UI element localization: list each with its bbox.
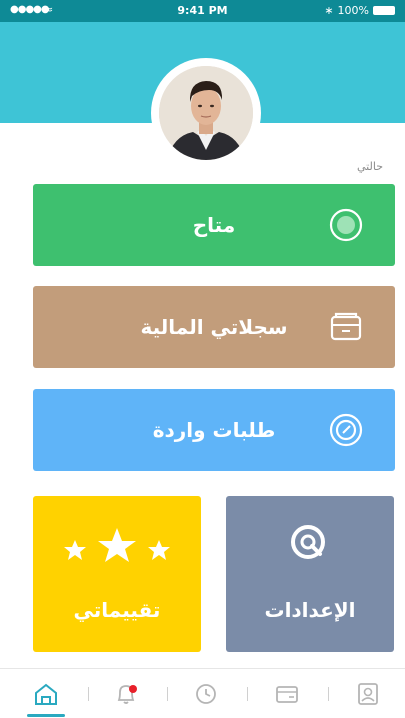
incoming-requests-label: طلبات واردة xyxy=(152,418,276,442)
home-icon[interactable] xyxy=(33,681,59,707)
wallet-icon[interactable] xyxy=(274,681,300,707)
tab-divider xyxy=(328,687,329,701)
radio-on-icon xyxy=(329,208,363,242)
tab-divider xyxy=(167,687,168,701)
stars-icon xyxy=(64,528,170,562)
tab-divider xyxy=(247,687,248,701)
active-tab-indicator xyxy=(27,714,65,717)
battery-icon xyxy=(373,6,395,15)
bluetooth-icon: ∗ xyxy=(324,4,334,17)
bottom-tab-bar xyxy=(0,668,405,718)
status-bar: ●●●●● ≈ 9:41 PM ∗ 100% xyxy=(0,0,405,22)
history-icon[interactable] xyxy=(193,681,219,707)
wallet-icon xyxy=(330,312,362,341)
tab-divider xyxy=(88,687,89,701)
ratings-label: تقييماتي xyxy=(73,598,161,622)
ratings-tile[interactable]: تقييماتي xyxy=(33,496,201,652)
profile-icon[interactable] xyxy=(355,681,381,707)
avatar[interactable] xyxy=(151,58,261,168)
battery-indicator: ∗ 100% xyxy=(324,4,395,17)
bell-icon[interactable] xyxy=(113,681,139,707)
available-label: متاح xyxy=(192,213,236,237)
avatar-photo xyxy=(159,66,253,160)
financial-records-card[interactable]: سجلاتي المالية xyxy=(33,286,395,368)
settings-label: الإعدادات xyxy=(264,598,356,622)
incoming-requests-card[interactable]: طلبات واردة xyxy=(33,389,395,471)
available-toggle-card[interactable]: متاح xyxy=(33,184,395,266)
person-photo-icon xyxy=(159,66,253,160)
battery-percent: 100% xyxy=(337,4,369,17)
settings-tile[interactable]: الإعدادات xyxy=(226,496,394,652)
target-icon xyxy=(329,413,363,447)
status-label: حالتي xyxy=(357,160,383,173)
notification-dot xyxy=(129,685,137,693)
settings-search-icon xyxy=(291,525,325,559)
financial-records-label: سجلاتي المالية xyxy=(140,315,288,339)
